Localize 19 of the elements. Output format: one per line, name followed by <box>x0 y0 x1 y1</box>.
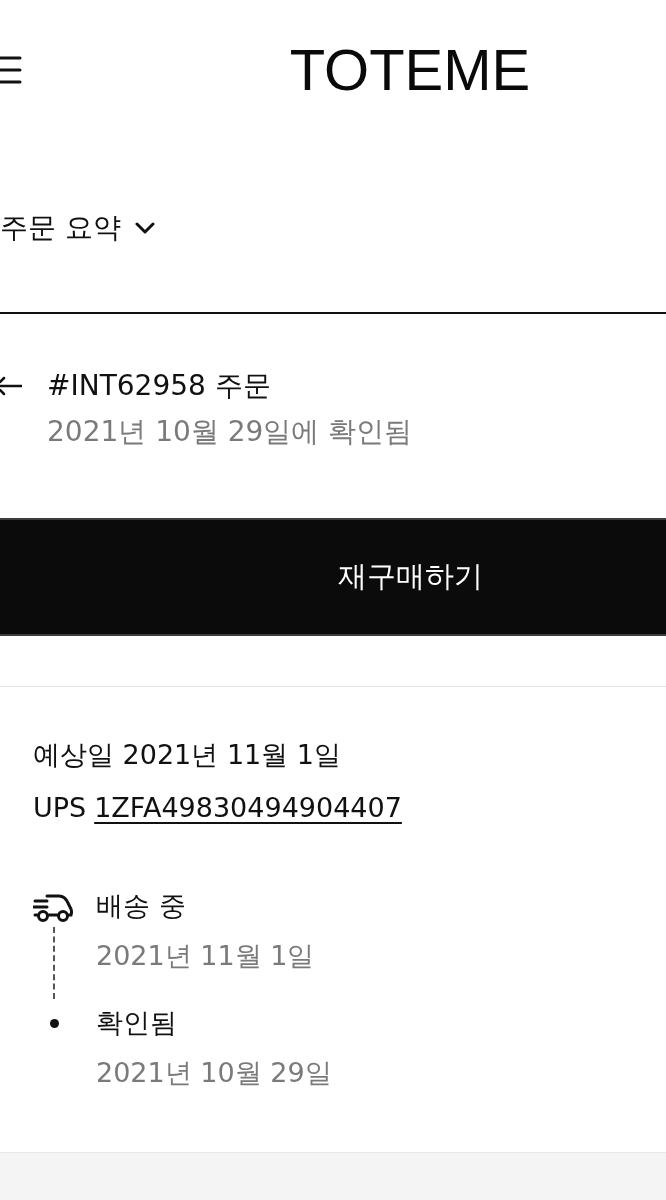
back-arrow-icon <box>0 374 22 398</box>
event-date: 2021년 10월 29일 <box>96 1056 333 1090</box>
menu-button[interactable] <box>0 55 22 85</box>
order-status: 2021년 10월 29일에 확인됨 <box>47 414 413 450</box>
timeline-connector <box>53 927 55 999</box>
order-summary-toggle[interactable]: 주문 요약 <box>0 210 155 246</box>
carrier-name: UPS <box>33 791 87 825</box>
order-number: #INT62958 주문 <box>47 368 272 404</box>
event-title: 배송 중 <box>96 889 187 923</box>
truck-icon <box>33 893 73 923</box>
event-title: 확인됨 <box>96 1006 178 1040</box>
event-date: 2021년 11월 1일 <box>96 939 316 973</box>
status-dot-icon <box>50 1019 59 1028</box>
brand-logo[interactable]: TOTEME <box>289 37 531 103</box>
menu-icon <box>0 56 22 84</box>
reorder-button[interactable]: 재구매하기 <box>0 518 666 636</box>
tracking-link[interactable]: 1ZFA49830494904407 <box>94 786 402 830</box>
back-button[interactable] <box>0 374 22 398</box>
estimated-delivery: 예상일 2021년 11월 1일 <box>33 738 342 772</box>
